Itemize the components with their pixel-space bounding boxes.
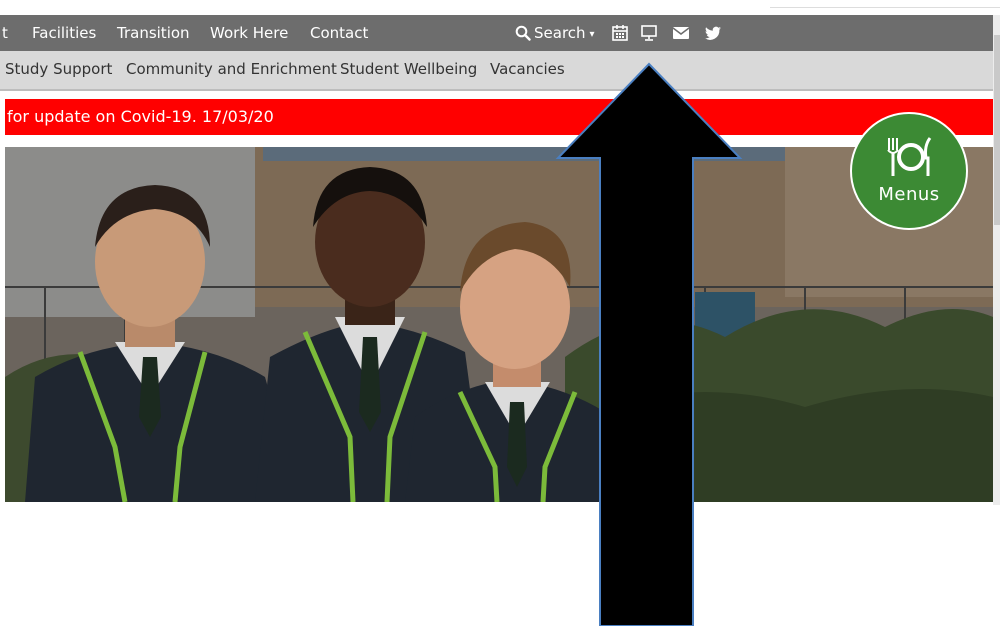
browser-edge-line: [770, 7, 1000, 8]
hero-photo: [5, 147, 993, 502]
subnav-item-community-enrichment[interactable]: Community and Enrichment: [126, 60, 337, 78]
page-scrollbar[interactable]: [993, 15, 1000, 505]
covid-alert-banner[interactable]: for update on Covid-19. 17/03/20: [5, 99, 993, 135]
subnav-item-vacancies[interactable]: Vacancies: [490, 60, 565, 78]
menus-label: Menus: [878, 184, 940, 205]
search-toggle[interactable]: Search ▾: [515, 23, 595, 43]
monitor-icon[interactable]: [640, 24, 658, 42]
browser-top-edge: [0, 0, 1000, 15]
scrollbar-thumb[interactable]: [994, 35, 1000, 225]
top-navigation-bar: t Facilities Transition Work Here Contac…: [0, 15, 993, 51]
twitter-icon[interactable]: [704, 24, 722, 42]
search-icon: [515, 25, 531, 41]
nav-item-work-here[interactable]: Work Here: [210, 24, 288, 42]
nav-item-contact[interactable]: Contact: [310, 24, 368, 42]
nav-item-transition[interactable]: Transition: [117, 24, 190, 42]
subnav-item-study-support[interactable]: Study Support: [5, 60, 112, 78]
mail-icon[interactable]: [672, 24, 690, 42]
chevron-down-icon: ▾: [589, 28, 595, 40]
search-label: Search: [534, 24, 586, 42]
calendar-icon[interactable]: [611, 24, 629, 42]
menus-button[interactable]: Menus: [850, 112, 968, 230]
secondary-navigation-bar: Study Support Community and Enrichment S…: [0, 51, 993, 91]
nav-item-facilities[interactable]: Facilities: [32, 24, 96, 42]
subnav-item-student-wellbeing[interactable]: Student Wellbeing: [340, 60, 477, 78]
nav-item-partial[interactable]: t: [2, 24, 8, 42]
plate-cutlery-icon: [887, 137, 932, 176]
students-photo-illustration: [5, 147, 993, 502]
alert-message: for update on Covid-19. 17/03/20: [7, 107, 274, 126]
